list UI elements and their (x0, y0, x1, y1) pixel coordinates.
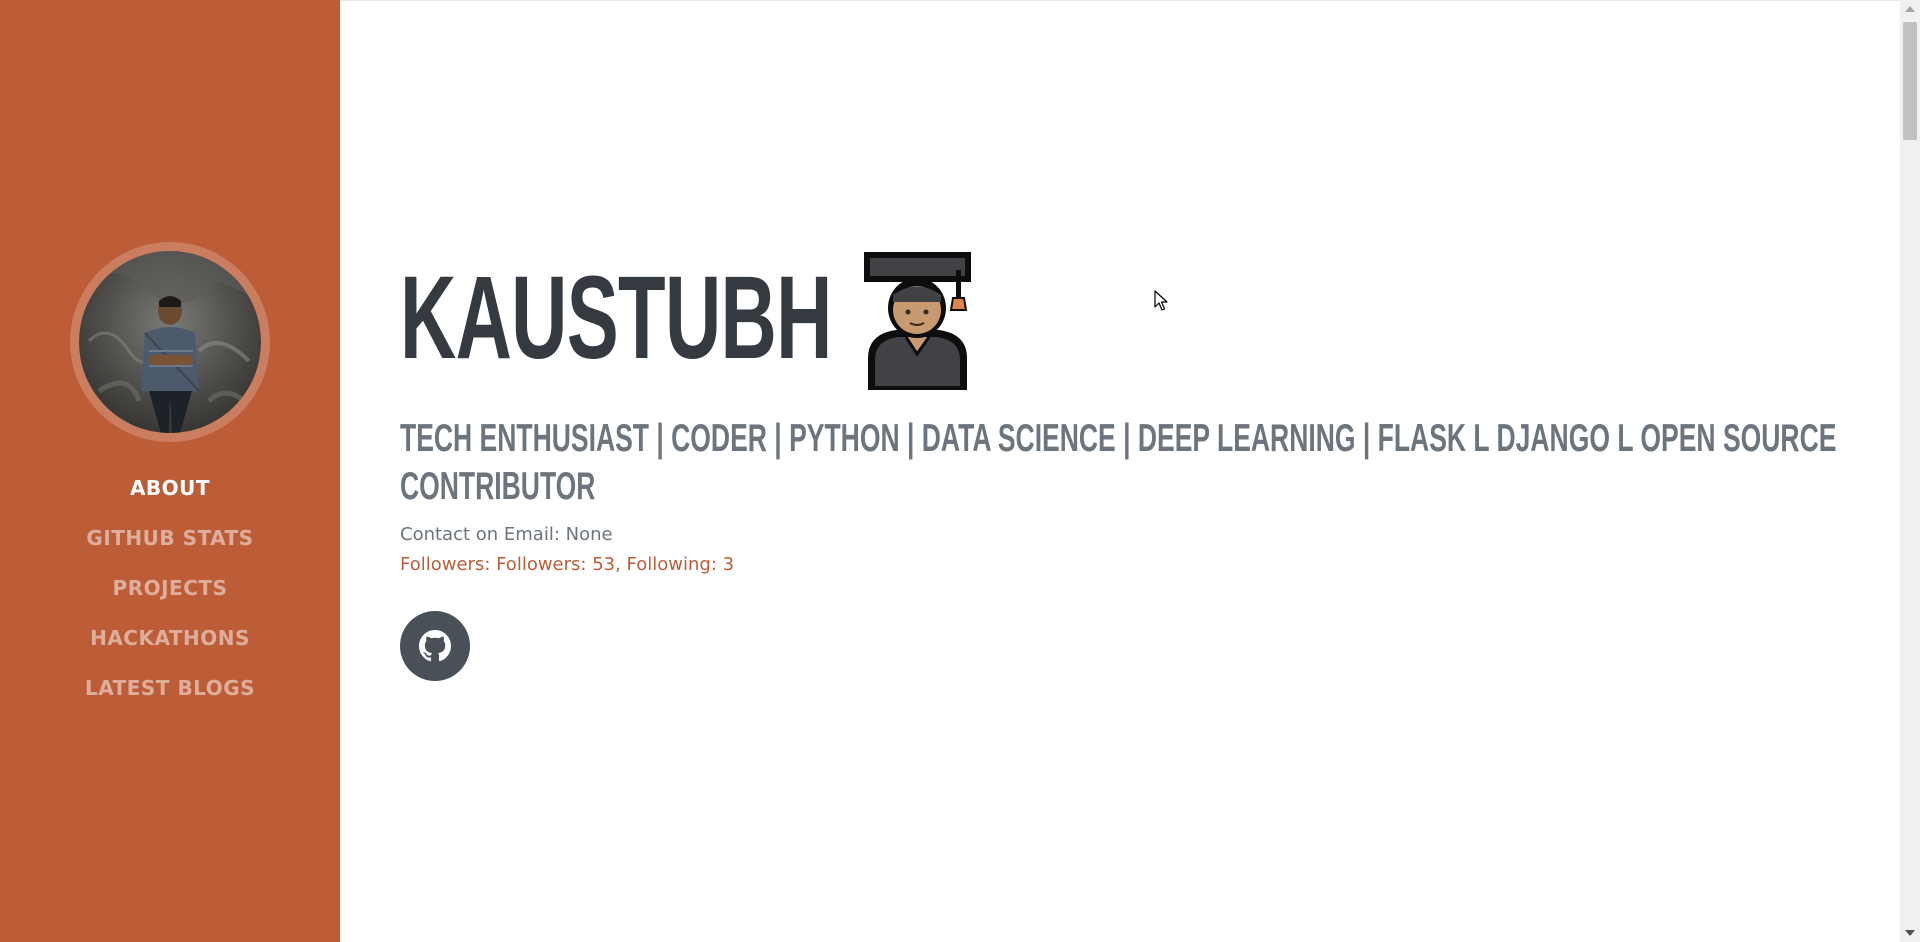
scrollbar[interactable] (1900, 0, 1920, 942)
mouse-cursor-icon (1154, 290, 1168, 311)
nav-item-projects[interactable]: PROJECTS (0, 570, 340, 620)
profile-name: KAUSTUBH (400, 252, 832, 384)
scroll-down-arrow-icon[interactable] (1905, 930, 1915, 936)
followers-count[interactable]: Followers: Followers: 53, Following: 3 (400, 554, 734, 575)
tagline-line-1: TECH ENTHUSIAST | CODER | PYTHON | DATA … (400, 417, 1837, 460)
github-icon (419, 630, 451, 662)
scrollbar-thumb[interactable] (1903, 22, 1917, 140)
scroll-up-arrow-icon[interactable] (1905, 6, 1915, 12)
name-heading: KAUSTUBH (400, 250, 975, 390)
nav-item-about[interactable]: ABOUT (0, 470, 340, 520)
nav-item-github-stats[interactable]: GITHUB STATS (0, 520, 340, 570)
github-link-button[interactable] (400, 611, 470, 681)
nav-item-latest-blogs[interactable]: LATEST BLOGS (0, 670, 340, 720)
about-section: KAUSTUBH TECH ENTHUSIAST | CODER | PYTHO… (400, 0, 1880, 942)
nav-item-hackathons[interactable]: HACKATHONS (0, 620, 340, 670)
avatar (79, 251, 261, 433)
contact-email: Contact on Email: None (400, 524, 613, 545)
avatar-ring (70, 242, 270, 442)
sidebar: ABOUT GITHUB STATS PROJECTS HACKATHONS L… (0, 0, 340, 942)
page: ABOUT GITHUB STATS PROJECTS HACKATHONS L… (0, 0, 1920, 942)
graduate-emoji (864, 252, 971, 390)
tagline-line-2: CONTRIBUTOR (400, 465, 596, 508)
profile-tagline: TECH ENTHUSIAST | CODER | PYTHON | DATA … (400, 415, 1836, 511)
nav-list: ABOUT GITHUB STATS PROJECTS HACKATHONS L… (0, 470, 340, 720)
